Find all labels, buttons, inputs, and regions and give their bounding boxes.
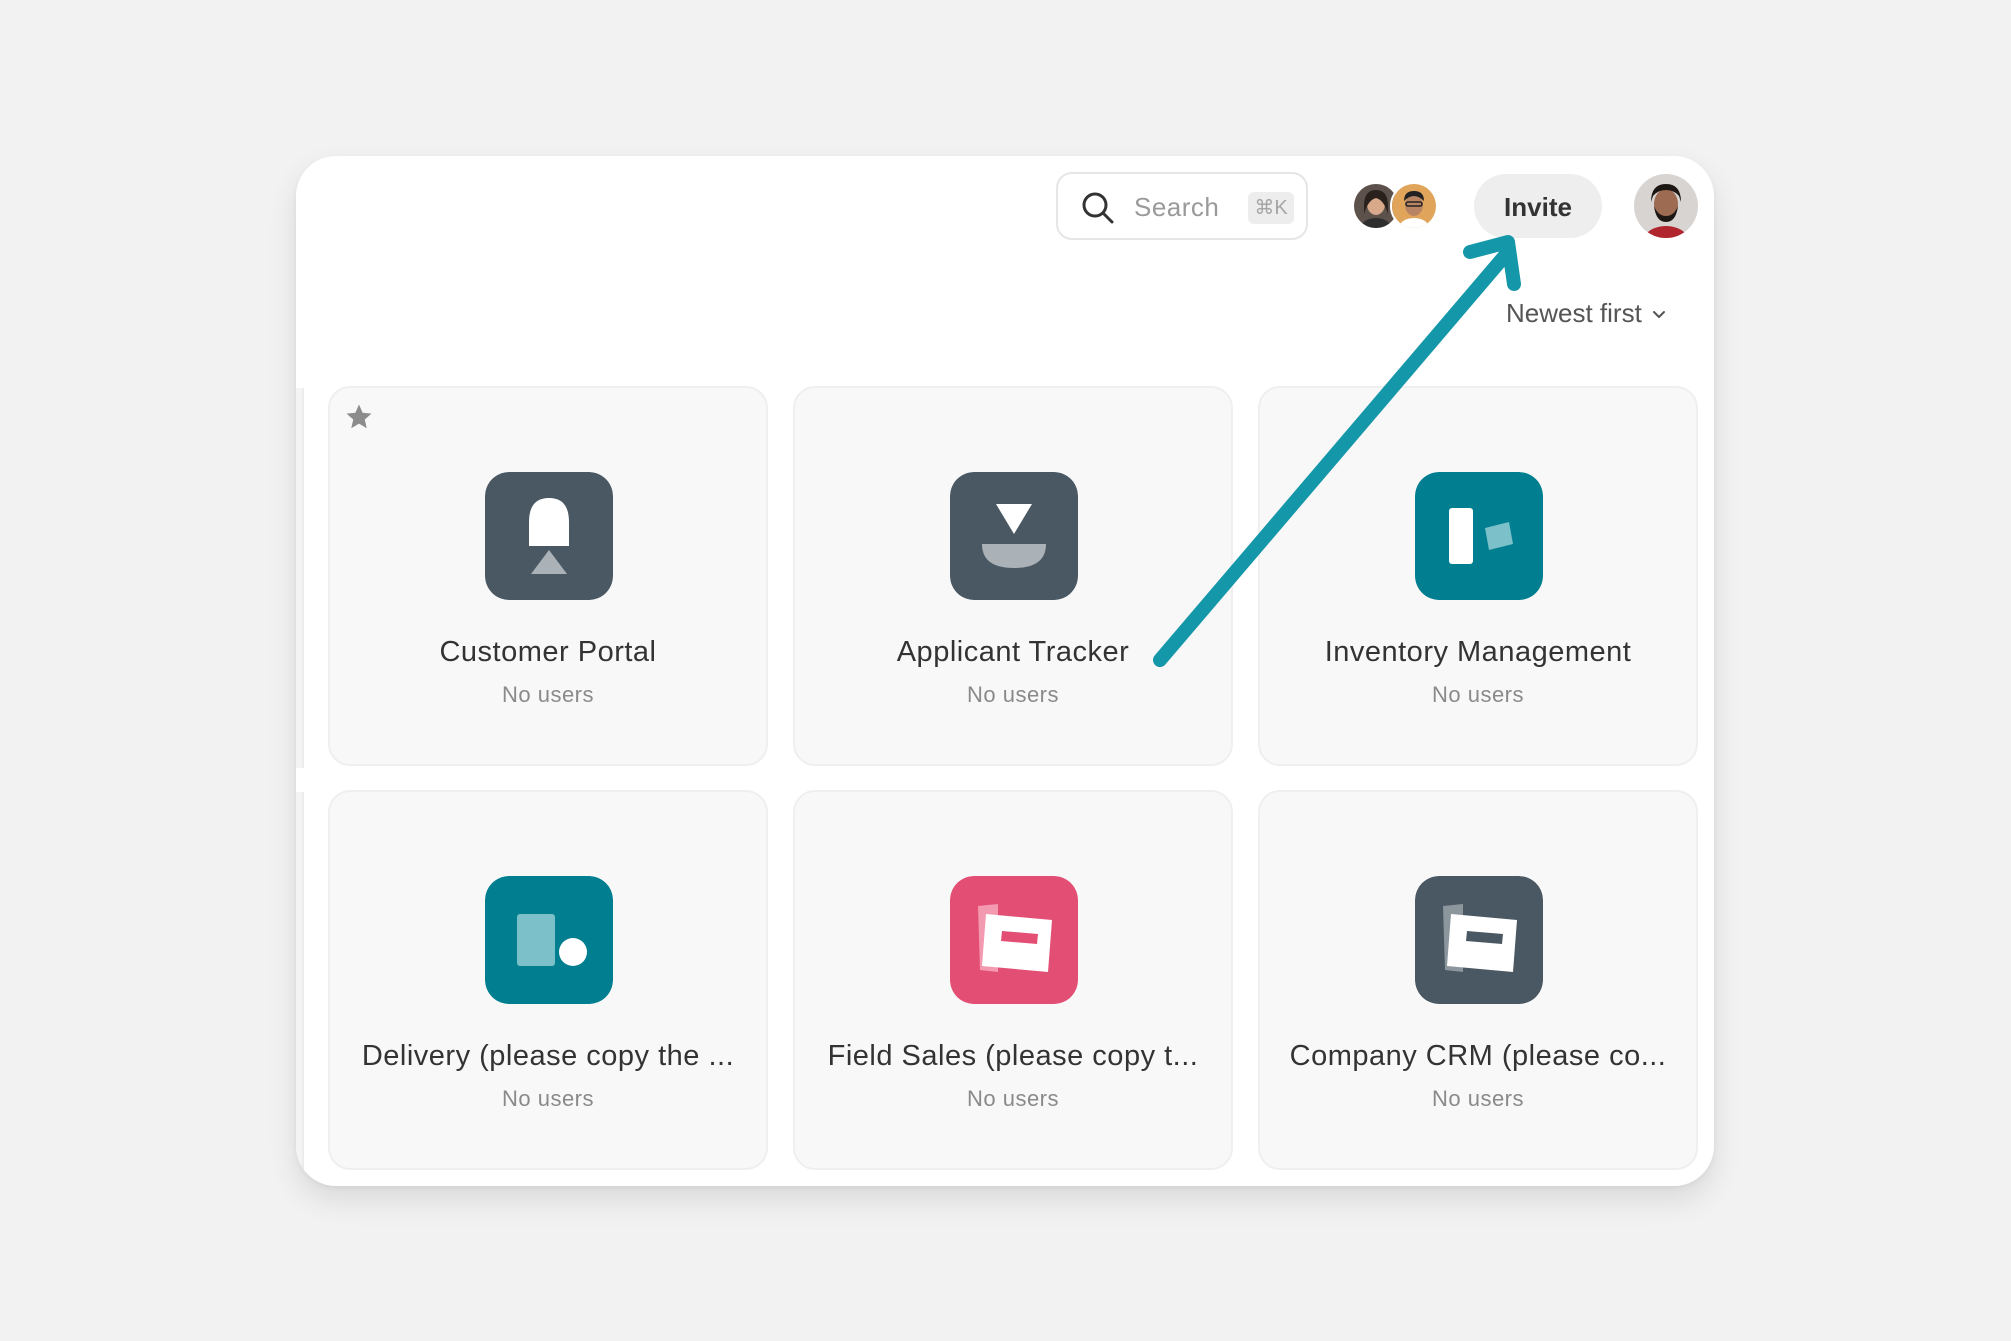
- search-icon: [1082, 192, 1114, 224]
- app-name: Field Sales (please copy t...: [827, 1040, 1199, 1072]
- app-user-count: No users: [501, 1086, 595, 1111]
- collaborator-avatars[interactable]: [1352, 182, 1442, 230]
- block-circle-icon: [485, 876, 613, 1004]
- sort-label: Newest first: [1506, 298, 1642, 328]
- bell-triangle-icon: [485, 472, 613, 600]
- card-icon: [950, 876, 1078, 1004]
- sort-dropdown[interactable]: Newest first: [1506, 298, 1666, 329]
- app-window: Search ⌘K Invite Newest first Customer P…: [296, 156, 1714, 1186]
- invite-button[interactable]: Invite: [1474, 174, 1602, 238]
- app-card[interactable]: Customer Portal No users: [328, 386, 768, 766]
- app-card[interactable]: Field Sales (please copy t... No users: [793, 790, 1233, 1170]
- app-card[interactable]: Delivery (please copy the ... No users: [328, 790, 768, 1170]
- star-icon[interactable]: [344, 402, 374, 432]
- app-card[interactable]: Applicant Tracker No users: [793, 386, 1233, 766]
- bar-diamond-icon: [1415, 472, 1543, 600]
- app-name: Company CRM (please co...: [1289, 1040, 1667, 1072]
- app-user-count: No users: [966, 682, 1060, 707]
- app-name: Inventory Management: [1324, 636, 1632, 668]
- scroll-edge-strip: [296, 792, 304, 1172]
- app-name: Delivery (please copy the ...: [361, 1040, 735, 1072]
- app-user-count: No users: [1431, 682, 1525, 707]
- card-icon: [1415, 876, 1543, 1004]
- chevron-down-icon: [1652, 310, 1665, 318]
- app-card[interactable]: Inventory Management No users: [1258, 386, 1698, 766]
- search-bar[interactable]: Search ⌘K: [1056, 172, 1308, 240]
- app-user-count: No users: [501, 682, 595, 707]
- app-user-count: No users: [966, 1086, 1060, 1111]
- app-name: Applicant Tracker: [896, 636, 1130, 668]
- app-card[interactable]: Company CRM (please co... No users: [1258, 790, 1698, 1170]
- app-name: Customer Portal: [439, 636, 657, 668]
- collaborator-avatar-2[interactable]: [1390, 182, 1438, 230]
- search-shortcut-badge: ⌘K: [1248, 192, 1294, 224]
- user-avatar[interactable]: [1634, 174, 1698, 238]
- scroll-edge-strip: [296, 388, 304, 768]
- search-placeholder: Search: [1134, 192, 1220, 222]
- app-user-count: No users: [1431, 1086, 1525, 1111]
- bowl-triangle-icon: [950, 472, 1078, 600]
